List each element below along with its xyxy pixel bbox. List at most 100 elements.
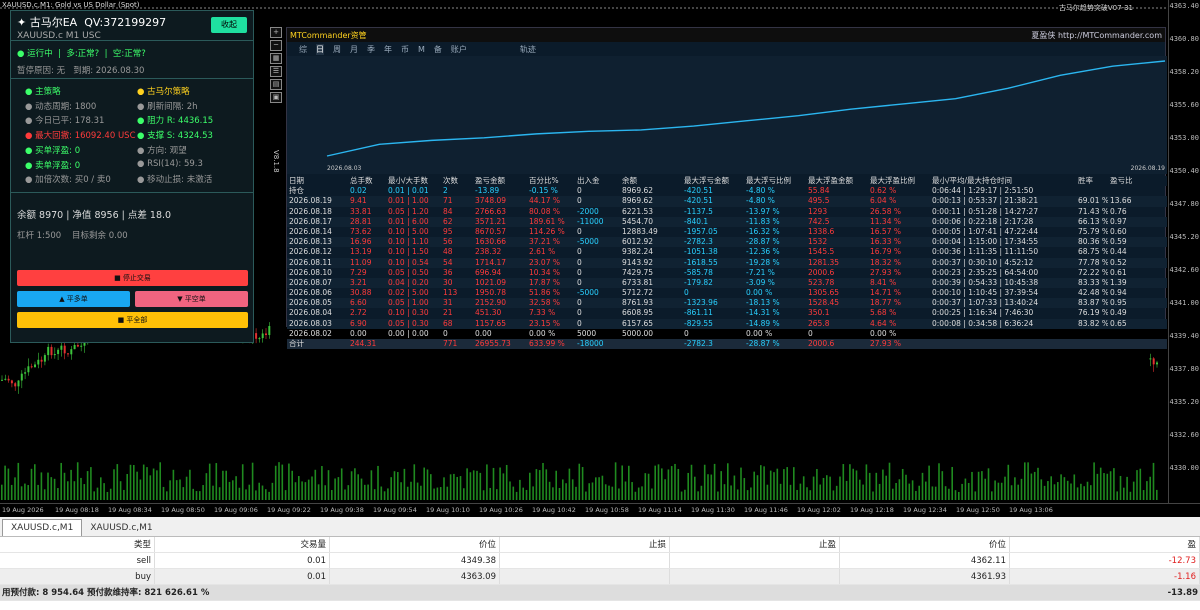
mtc-tab[interactable]: 综 <box>299 44 307 55</box>
tab-chart-2[interactable]: XAUUSD.c,M1 <box>82 520 160 536</box>
table-cell: 0 <box>577 308 582 318</box>
mtc-tab[interactable]: 账户 <box>451 44 467 55</box>
table-cell: 2026.08.02 <box>289 328 332 338</box>
price-label: 4358.20 <box>1169 68 1199 76</box>
mtc-tab[interactable]: 周 <box>333 44 341 55</box>
mtc-tab[interactable]: 季 <box>367 44 375 55</box>
order-cell: 价位 <box>330 537 500 552</box>
price-axis[interactable]: 4363.40 4360.80 4358.20 4355.60 4353.00 4350.… <box>1168 0 1200 503</box>
sell-float: 卖单浮盈: 0 <box>35 160 81 171</box>
volume-bar <box>459 476 462 500</box>
volume-bar <box>723 484 726 500</box>
mtc-tab[interactable]: 轨迹 <box>520 44 536 55</box>
volume-bar <box>113 469 115 500</box>
candle-body <box>73 344 76 350</box>
table-cell: 0.02 | 5.00 <box>388 288 429 298</box>
table-cell: -420.51 <box>684 196 713 206</box>
price-label: 4342.60 <box>1169 266 1199 274</box>
volume-bar <box>611 486 614 500</box>
table-icon[interactable]: ▤ <box>270 79 282 90</box>
table-cell: 1281.35 <box>808 257 840 267</box>
table-cell: 日期 <box>289 176 304 185</box>
order-row[interactable]: sell 0.01 4349.38 4362.11 -12.73 <box>0 553 1200 569</box>
volume-bar <box>1083 486 1085 500</box>
table-cell: 16.79 % <box>870 247 901 257</box>
volume-bar <box>763 466 765 500</box>
mtc-tab[interactable]: 备 <box>434 44 442 55</box>
volume-bar <box>852 468 854 500</box>
close-all-button[interactable]: ■ 平全部 <box>17 312 248 328</box>
table-row: 2026.08.04 2.72 0.10 | 0.30 21 451.30 7.33 % 0… <box>287 308 1167 318</box>
volume-bar <box>423 467 425 500</box>
time-axis[interactable]: 19 Aug 2026 19 Aug 08:18 19 Aug 08:34 19 Au… <box>0 503 1200 517</box>
volume-bar <box>80 477 82 500</box>
volume-bar <box>855 470 858 500</box>
tab-chart-1[interactable]: XAUUSD.c,M1 <box>2 519 83 536</box>
volume-bar <box>1007 464 1010 500</box>
mtc-tab[interactable]: 日 <box>316 43 324 55</box>
candle-body <box>40 359 43 362</box>
grid-icon[interactable]: ▦ <box>270 53 282 64</box>
order-cell: 4363.09 <box>330 569 500 584</box>
candle-body <box>37 359 40 365</box>
table-cell: -2782.3 <box>684 237 713 247</box>
table-cell: 5000 <box>577 328 597 338</box>
table-cell: 0.05 | 0.50 <box>388 267 429 277</box>
table-cell: 0.10 | 0.54 <box>388 257 429 267</box>
buy-float: 买单浮盈: 0 <box>35 145 81 156</box>
ea-version-label: V8.1.8 <box>272 150 280 173</box>
table-cell: 2 <box>443 186 448 196</box>
mtc-tab[interactable]: M <box>418 45 425 54</box>
table-cell: 0 <box>577 318 582 328</box>
volume-bar <box>377 465 379 500</box>
table-cell: 83.87 % <box>1078 298 1108 308</box>
table-cell: 72.22 % <box>1078 267 1108 277</box>
volume-bar <box>568 468 571 500</box>
volume-bar <box>753 471 755 500</box>
expiry-date: 到期: 2026.08.30 <box>73 66 145 76</box>
volume-bar <box>321 466 323 500</box>
stop-trading-button[interactable]: ■ 停止交易 <box>17 270 248 286</box>
mtc-brand[interactable]: 夏盈侠 http://MTCommander.com <box>1031 30 1162 41</box>
collapse-button[interactable]: 收起 <box>211 17 247 33</box>
volume-bar <box>291 470 293 500</box>
volume-bar <box>578 463 581 500</box>
close-short-button[interactable]: ▼ 平空单 <box>135 291 248 307</box>
mtc-tab[interactable]: 年 <box>384 44 392 55</box>
volume-bar <box>1000 482 1003 500</box>
volume-bar <box>232 480 234 500</box>
table-cell: 8670.57 <box>475 226 507 236</box>
volume-bar <box>862 484 864 500</box>
close-long-button[interactable]: ▲ 平多单 <box>17 291 130 307</box>
volume-bar <box>892 488 894 500</box>
volume-bar <box>938 463 940 500</box>
cross-icon[interactable]: + <box>270 27 282 38</box>
table-cell: 13.66 <box>1110 196 1132 206</box>
volume-bar <box>1066 480 1069 500</box>
table-cell: 0.04 | 0.20 <box>388 277 429 287</box>
table-cell: 1950.78 <box>475 288 507 298</box>
table-cell: 55.84 <box>808 186 830 196</box>
table-cell: 6.90 <box>350 318 367 328</box>
mtc-tab[interactable]: 月 <box>350 44 358 55</box>
candle-body <box>57 349 60 355</box>
order-cell: 交易量 <box>155 537 330 552</box>
volume-bar <box>314 469 317 500</box>
table-row: 2026.08.17 28.81 0.01 | 6.00 62 3571.21 189.6… <box>287 216 1167 227</box>
table-row: 2026.08.03 6.90 0.05 | 0.30 68 1157.65 23.15 … <box>287 318 1167 329</box>
minimize-icon[interactable]: ─ <box>270 40 282 51</box>
volume-bar <box>984 478 986 500</box>
mtc-tab[interactable]: 币 <box>401 44 409 55</box>
orders-header: 类型 交易量 价位 止损 止盈 价位盈 <box>0 537 1200 553</box>
table-cell: 2026.08.06 <box>289 288 332 298</box>
candle-body <box>50 346 53 356</box>
volume-bar <box>288 463 290 500</box>
screen-icon[interactable]: ▣ <box>270 92 282 103</box>
list-icon[interactable]: ☰ <box>270 66 282 77</box>
order-row[interactable]: buy 0.01 4363.09 4361.93 -1.16 <box>0 569 1200 585</box>
table-cell: 胜率 <box>1078 176 1093 185</box>
time-label: 19 Aug 12:34 <box>903 506 947 514</box>
table-cell: 37.21 % <box>529 237 560 247</box>
table-cell: 0 <box>684 328 689 338</box>
candle-body <box>10 380 13 384</box>
